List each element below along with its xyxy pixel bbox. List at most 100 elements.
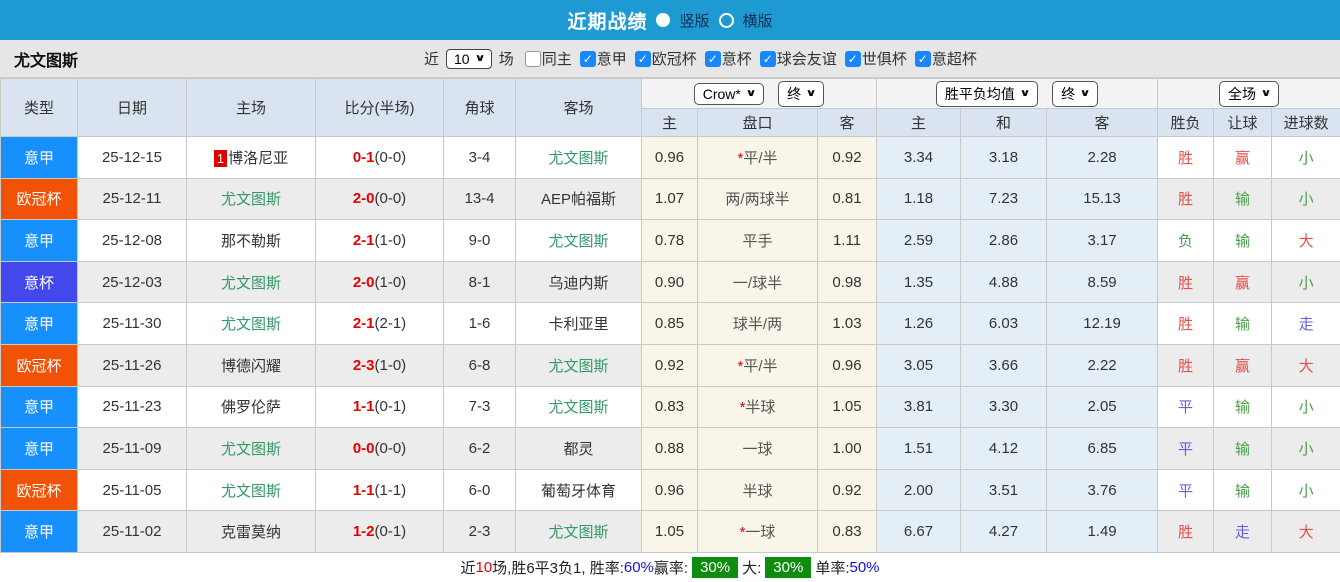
- competition-checkbox-2[interactable]: [635, 51, 651, 67]
- odds-away-cell: 1.00: [818, 428, 877, 470]
- result-wdl-cell: 胜: [1158, 303, 1214, 345]
- summary-segment: 10: [475, 559, 492, 576]
- odds-group-header: Crow*∨ 终∨: [642, 79, 877, 109]
- avg-home-cell: 3.81: [877, 386, 961, 428]
- summary-segment: 近: [460, 557, 475, 578]
- avg-type-select[interactable]: 胜平负均值∨: [936, 81, 1038, 107]
- result-goals-cell: 小: [1272, 261, 1340, 303]
- result-goals-cell: 小: [1272, 386, 1340, 428]
- halftime-score: (0-1): [375, 398, 407, 415]
- competition-checkbox-6[interactable]: [915, 51, 931, 67]
- halftime-score: (0-0): [375, 440, 407, 457]
- date-cell: 25-11-09: [78, 428, 187, 470]
- odds-home-cell: 0.92: [642, 344, 698, 386]
- odds-home-cell: 0.88: [642, 428, 698, 470]
- corners-cell: 3-4: [444, 137, 516, 179]
- odds-home-cell: 1.05: [642, 511, 698, 553]
- home-team-name: 佛罗伦萨: [221, 399, 281, 416]
- competition-checkbox-1[interactable]: [580, 51, 596, 67]
- vertical-view-label[interactable]: 竖版: [679, 10, 709, 31]
- result-group-header: 全场∨: [1158, 79, 1340, 109]
- avg-draw-cell: 2.86: [961, 220, 1047, 262]
- avg-away-cell: 12.19: [1047, 303, 1158, 345]
- avg-type-value: 胜平负均值: [945, 84, 1015, 104]
- competition-checkbox-label[interactable]: 球会友谊: [777, 48, 837, 69]
- date-cell: 25-11-05: [78, 469, 187, 511]
- corners-cell: 6-0: [444, 469, 516, 511]
- horizontal-view-label[interactable]: 横版: [743, 10, 773, 31]
- competition-checkbox-list: 同主 意甲 欧冠杯 意杯 球会友谊 世俱杯 意超杯: [517, 48, 977, 69]
- competition-checkbox-0[interactable]: [525, 51, 541, 67]
- result-scope-select[interactable]: 全场∨: [1219, 81, 1279, 107]
- result-handicap-cell: 输: [1214, 386, 1272, 428]
- results-table: 类型 日期 主场 比分(半场) 角球 客场 Crow*∨ 终∨ 胜平负均值∨ 终…: [0, 78, 1340, 553]
- vertical-view-radio[interactable]: [656, 13, 670, 27]
- home-team-cell: 尤文图斯: [187, 303, 316, 345]
- bookmaker-select[interactable]: Crow*∨: [694, 83, 764, 105]
- summary-segment: 单率:: [815, 557, 849, 578]
- corners-cell: 8-1: [444, 261, 516, 303]
- home-team-name: 克雷莫纳: [221, 524, 281, 541]
- home-team-name: 尤文图斯: [221, 275, 281, 292]
- recent-count-select[interactable]: 10 ∨: [446, 49, 492, 69]
- halftime-score: (1-0): [375, 357, 407, 374]
- avg-state-select[interactable]: 终∨: [1052, 81, 1098, 107]
- competition-checkbox-4[interactable]: [760, 51, 776, 67]
- summary-segment: 赢率:: [654, 557, 688, 578]
- handicap-cell: 平手: [698, 220, 818, 262]
- fulltime-score: 2-3: [353, 357, 375, 374]
- halftime-score: (1-0): [375, 232, 407, 249]
- halftime-score: (1-0): [375, 274, 407, 291]
- table-row: 意甲25-11-23佛罗伦萨1-1(0-1)7-3尤文图斯0.83*半球1.05…: [1, 386, 1340, 428]
- avg-away-cell: 2.28: [1047, 137, 1158, 179]
- result-handicap-cell: 输: [1214, 178, 1272, 220]
- handicap-text: 平手: [742, 233, 772, 250]
- away-team-cell: 卡利亚里: [516, 303, 642, 345]
- away-team-cell: 都灵: [516, 428, 642, 470]
- away-team-name: 卡利亚里: [548, 316, 608, 333]
- rank-badge: 1: [214, 150, 227, 167]
- avg-home-cell: 2.00: [877, 469, 961, 511]
- home-team-name: 尤文图斯: [221, 316, 281, 333]
- avg-home-cell: 2.59: [877, 220, 961, 262]
- away-team-name: 尤文图斯: [548, 150, 608, 167]
- recent-suffix-label: 场: [499, 48, 514, 69]
- result-handicap-cell: 输: [1214, 469, 1272, 511]
- avg-home-cell: 3.34: [877, 137, 961, 179]
- competition-checkbox-label[interactable]: 世俱杯: [862, 48, 907, 69]
- odds-state-select[interactable]: 终∨: [778, 81, 824, 107]
- table-row: 欧冠杯25-11-26博德闪耀2-3(1-0)6-8尤文图斯0.92*平/半0.…: [1, 344, 1340, 386]
- home-team-cell: 博德闪耀: [187, 344, 316, 386]
- fulltime-score: 0-0: [353, 440, 375, 457]
- competition-checkbox-label[interactable]: 意甲: [597, 48, 627, 69]
- handicap-cell: 半球: [698, 469, 818, 511]
- competition-checkbox-label[interactable]: 欧冠杯: [652, 48, 697, 69]
- corners-cell: 7-3: [444, 386, 516, 428]
- competition-checkbox-3[interactable]: [705, 51, 721, 67]
- away-team-name: 都灵: [563, 441, 593, 458]
- result-goals-cell: 大: [1272, 344, 1340, 386]
- avg-away-cell: 8.59: [1047, 261, 1158, 303]
- type-badge-cell: 欧冠杯: [1, 178, 78, 220]
- competition-checkbox-5[interactable]: [845, 51, 861, 67]
- filter-bar: 尤文图斯 近 10 ∨ 场 同主意甲欧冠杯意杯球会友谊世俱杯意超杯: [0, 40, 1340, 78]
- date-cell: 25-12-11: [78, 178, 187, 220]
- avg-home-cell: 3.05: [877, 344, 961, 386]
- fulltime-score: 2-0: [353, 190, 375, 207]
- sub-header-avg-away: 客: [1047, 109, 1158, 137]
- summary-segment: 60%: [624, 559, 654, 576]
- competition-checkbox-label[interactable]: 意超杯: [932, 48, 977, 69]
- table-row: 欧冠杯25-12-11尤文图斯2-0(0-0)13-4AEP帕福斯1.07两/两…: [1, 178, 1340, 220]
- competition-checkbox-label[interactable]: 同主: [542, 48, 572, 69]
- competition-checkbox-label[interactable]: 意杯: [722, 48, 752, 69]
- col-header-type: 类型: [1, 79, 78, 137]
- home-team-cell: 尤文图斯: [187, 178, 316, 220]
- type-badge-cell: 意甲: [1, 386, 78, 428]
- filters: 近 10 ∨ 场 同主意甲欧冠杯意杯球会友谊世俱杯意超杯: [424, 48, 977, 69]
- horizontal-view-radio[interactable]: [719, 13, 734, 28]
- result-wdl-cell: 平: [1158, 428, 1214, 470]
- result-handicap-cell: 输: [1214, 428, 1272, 470]
- away-team-cell: 尤文图斯: [516, 344, 642, 386]
- odds-away-cell: 0.81: [818, 178, 877, 220]
- score-cell: 0-0(0-0): [316, 428, 444, 470]
